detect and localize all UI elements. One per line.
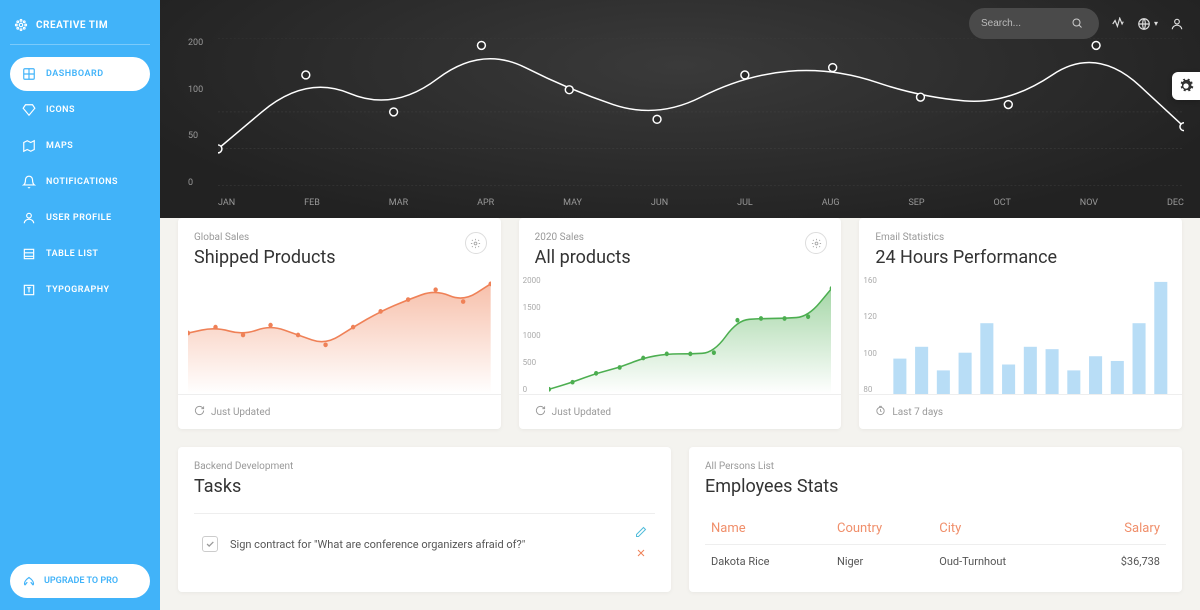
sidebar-item-label: DASHBOARD [46,69,104,79]
sidebar-item-label: USER PROFILE [46,213,112,223]
card-title: All products [535,247,826,268]
hero-line-chart [218,38,1184,186]
card-title: 24 Hours Performance [875,247,1166,268]
table-row: Dakota Rice Niger Oud-Turnhout $36,738 [705,545,1166,579]
gear-icon [811,238,822,249]
upgrade-button[interactable]: UPGRADE TO PRO [10,564,150,598]
sidebar-item-table-list[interactable]: TABLE LIST [10,237,150,271]
employees-title: Employees Stats [705,476,1166,497]
stat-cards-row: Global Sales Shipped Products Just Updat… [160,218,1200,429]
clock-icon [875,405,886,419]
card-footer: Just Updated [519,394,842,429]
task-text: Sign contract for "What are conference o… [230,538,525,551]
search-icon[interactable] [1071,14,1083,33]
card-chart: 2000150010005000 [519,276,842,394]
task-edit-button[interactable] [635,526,647,541]
sidebar-item-label: ICONS [46,105,75,115]
employees-table: Name Country City Salary Dakota Rice Nig… [705,513,1166,578]
hero-chart-panel: ▾ 200 100 50 0 JANFEBMARAPRMAYJUNJULAUGS… [160,0,1200,218]
edit-icon [635,526,647,538]
dashboard-icon [22,67,36,81]
card-gear-button[interactable] [465,232,487,254]
task-row: Sign contract for "What are conference o… [194,513,655,574]
tasks-title: Tasks [194,476,655,497]
gear-icon [1178,78,1194,94]
settings-fab[interactable] [1172,72,1200,100]
th-country: Country [831,513,933,545]
hero-y-axis: 200 100 50 0 [188,38,203,188]
bell-icon [22,175,36,189]
sidebar: CREATIVE TIM DASHBOARD ICONS MAPS NOTIFI… [0,0,160,610]
card-chart: 16012010080 [859,276,1182,394]
search-input[interactable] [981,18,1071,29]
task-checkbox[interactable] [202,536,218,552]
card-footer: Just Updated [178,394,501,429]
topbar: ▾ [969,8,1184,39]
sidebar-item-maps[interactable]: MAPS [10,129,150,163]
brand-logo-icon [14,18,28,32]
th-name: Name [705,513,831,545]
card-chart [178,276,501,394]
upgrade-label: UPGRADE TO PRO [44,576,118,586]
account-icon[interactable] [1170,17,1184,31]
map-icon [22,139,36,153]
hero-x-axis: JANFEBMARAPRMAYJUNJULAUGSEPOCTNOVDEC [218,198,1184,208]
search-box[interactable] [969,8,1099,39]
hero-chart: 200 100 50 0 JANFEBMARAPRMAYJUNJULAUGSEP… [188,38,1184,208]
nav: DASHBOARD ICONS MAPS NOTIFICATIONS USER … [10,57,150,307]
sidebar-item-dashboard[interactable]: DASHBOARD [10,57,150,91]
sidebar-item-label: TYPOGRAPHY [46,285,110,295]
card-y-axis: 16012010080 [863,276,877,394]
brand[interactable]: CREATIVE TIM [10,12,150,45]
stats-icon[interactable] [1111,17,1125,31]
tasks-category: Backend Development [194,461,655,472]
tasks-card: Backend Development Tasks Sign contract … [178,447,671,592]
sidebar-item-user-profile[interactable]: USER PROFILE [10,201,150,235]
main: ▾ 200 100 50 0 JANFEBMARAPRMAYJUNJULAUGS… [160,0,1200,610]
text-icon [22,283,36,297]
sidebar-item-icons[interactable]: ICONS [10,93,150,127]
gear-icon [470,238,481,249]
check-icon [205,539,215,549]
sidebar-item-typography[interactable]: TYPOGRAPHY [10,273,150,307]
refresh-icon [535,405,546,419]
card-title: Shipped Products [194,247,485,268]
th-city: City [933,513,1074,545]
th-salary: Salary [1074,513,1166,545]
card-all-products: 2020 Sales All products 2000150010005000… [519,218,842,429]
sidebar-item-label: NOTIFICATIONS [46,177,118,187]
employees-card: All Persons List Employees Stats Name Co… [689,447,1182,592]
list-icon [22,247,36,261]
sidebar-item-label: MAPS [46,141,73,151]
card-y-axis: 2000150010005000 [523,276,541,394]
globe-dropdown[interactable]: ▾ [1137,17,1158,31]
card-category: 2020 Sales [535,232,826,243]
card-email-stats: Email Statistics 24 Hours Performance 16… [859,218,1182,429]
close-icon [635,547,647,559]
sidebar-item-notifications[interactable]: NOTIFICATIONS [10,165,150,199]
card-category: Email Statistics [875,232,1166,243]
user-icon [22,211,36,225]
lower-row: Backend Development Tasks Sign contract … [160,429,1200,610]
card-shipped-products: Global Sales Shipped Products Just Updat… [178,218,501,429]
brand-text: CREATIVE TIM [36,20,108,31]
employees-category: All Persons List [705,461,1166,472]
refresh-icon [194,405,205,419]
card-footer: Last 7 days [859,394,1182,429]
card-category: Global Sales [194,232,485,243]
sidebar-item-label: TABLE LIST [46,249,98,259]
task-delete-button[interactable] [635,547,647,562]
rocket-icon [22,574,36,588]
diamond-icon [22,103,36,117]
